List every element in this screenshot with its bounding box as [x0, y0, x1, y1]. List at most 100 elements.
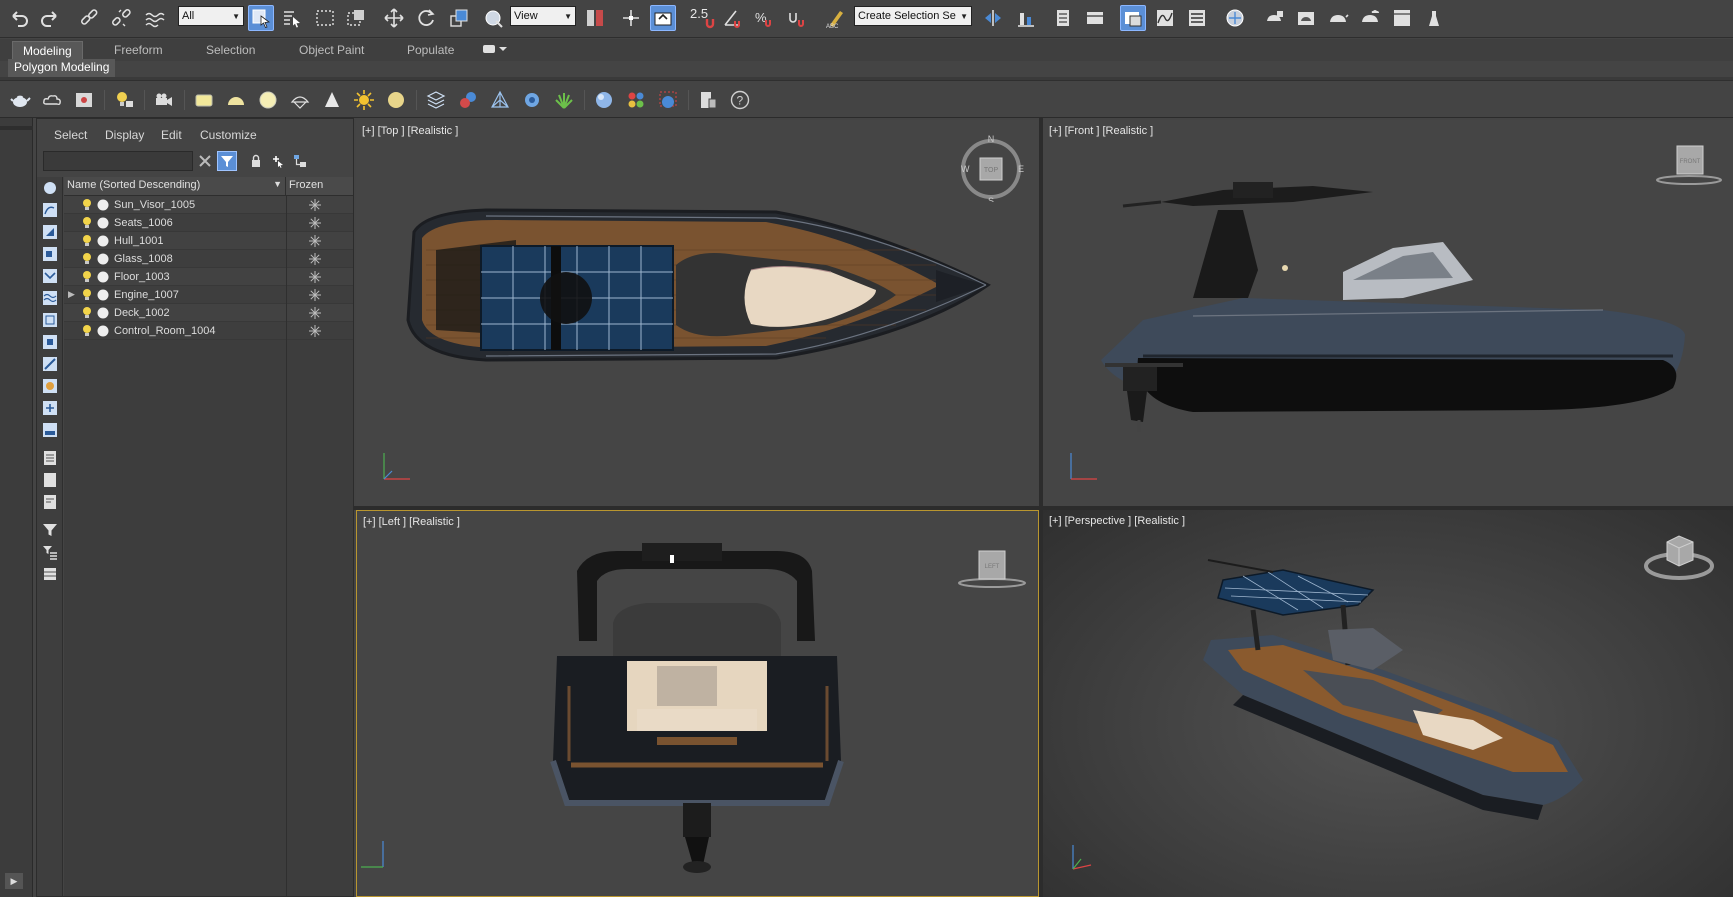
create-mesh-light-icon[interactable] — [288, 88, 312, 112]
display-spacewarps-icon[interactable] — [41, 289, 59, 307]
scene-object-name[interactable]: Deck_1002 — [114, 307, 278, 319]
place-icon[interactable] — [480, 5, 506, 31]
align-icon[interactable] — [1013, 5, 1039, 31]
expand-panel-button[interactable]: ▶ — [5, 873, 23, 889]
scene-object-row[interactable]: Floor_1003 — [64, 268, 353, 286]
rect-region-icon[interactable] — [312, 5, 338, 31]
frozen-snowflake-icon[interactable] — [308, 324, 322, 338]
menu-select[interactable]: Select — [54, 128, 87, 142]
create-plant-icon[interactable] — [552, 88, 576, 112]
lock-icon[interactable] — [246, 151, 266, 171]
display-bones-icon[interactable] — [41, 355, 59, 373]
create-proxy-icon[interactable] — [424, 88, 448, 112]
hierarchy-select-icon[interactable] — [290, 151, 310, 171]
tab-freeform[interactable]: Freeform — [104, 41, 173, 60]
tab-object-paint[interactable]: Object Paint — [289, 41, 374, 60]
light-bulb-visibility-icon[interactable] — [80, 198, 94, 212]
frame-buffer-icon[interactable] — [696, 88, 720, 112]
rotate-icon[interactable] — [413, 5, 439, 31]
redo-icon[interactable] — [37, 5, 63, 31]
display-groups-icon[interactable] — [41, 311, 59, 329]
light-bulb-visibility-icon[interactable] — [80, 288, 94, 302]
create-image-plane-icon[interactable] — [72, 88, 96, 112]
light-bulb-visibility-icon[interactable] — [80, 324, 94, 338]
rendered-frame-icon[interactable] — [1293, 5, 1319, 31]
ribbon-sub-tab-polygon-modeling[interactable]: Polygon Modeling — [8, 59, 116, 77]
select-object-icon[interactable] — [248, 5, 274, 31]
create-decal-icon[interactable] — [520, 88, 544, 112]
toggle-ribbon-icon[interactable] — [1082, 5, 1108, 31]
create-lights-icon[interactable] — [112, 88, 136, 112]
create-dome-light-icon[interactable] — [224, 88, 248, 112]
scene-object-row[interactable]: ▶ Engine_1007 — [64, 286, 353, 304]
viewport-perspective[interactable]: [+] [Perspective ] [Realistic ] — [1043, 510, 1733, 897]
display-containers-icon[interactable] — [41, 377, 59, 395]
help-icon[interactable]: ? — [728, 88, 752, 112]
create-cameras-icon[interactable] — [152, 88, 176, 112]
schematic-view-icon[interactable] — [1184, 5, 1210, 31]
light-bulb-visibility-icon[interactable] — [80, 252, 94, 266]
link-icon[interactable] — [76, 5, 102, 31]
menu-edit[interactable]: Edit — [161, 128, 182, 142]
tab-selection[interactable]: Selection — [196, 41, 265, 60]
viewcube-perspective[interactable] — [1641, 528, 1717, 588]
move-icon[interactable] — [381, 5, 407, 31]
edit-named-selection-icon[interactable]: ABC — [822, 5, 848, 31]
scene-object-row[interactable]: Hull_1001 — [64, 232, 353, 250]
display-hidden-icon[interactable] — [41, 421, 59, 439]
display-geometry-icon[interactable] — [41, 179, 59, 197]
layer-explorer-icon[interactable] — [1050, 5, 1076, 31]
column-header-name[interactable]: Name (Sorted Descending) ▼ — [64, 177, 286, 195]
angle-snap-icon[interactable] — [720, 5, 746, 31]
create-ies-light-icon[interactable] — [384, 88, 408, 112]
frozen-snowflake-icon[interactable] — [308, 198, 322, 212]
selection-filter-dropdown[interactable]: All ▼ — [178, 6, 244, 26]
select-manipulate-icon[interactable] — [618, 5, 644, 31]
viewcube-top[interactable]: TOP N S W E — [956, 132, 1026, 202]
create-geometry-teapot-icon[interactable] — [8, 88, 32, 112]
scene-search-input[interactable] — [43, 151, 193, 171]
panel-grip[interactable] — [0, 126, 33, 130]
create-env-fog-icon[interactable] — [488, 88, 512, 112]
layer-manager-icon[interactable] — [41, 565, 59, 583]
viewport-left[interactable]: [+] [Left ] [Realistic ] LEFT — [356, 510, 1039, 897]
viewport-front[interactable]: [+] [Front ] [Realistic ] FRONT — [1043, 120, 1733, 506]
display-lights-icon[interactable] — [41, 223, 59, 241]
unlink-icon[interactable] — [108, 5, 134, 31]
add-to-selection-icon[interactable] — [268, 151, 288, 171]
bind-spacewarp-icon[interactable] — [141, 5, 167, 31]
create-sphere-light-icon[interactable] — [256, 88, 280, 112]
render-window-icon[interactable] — [1389, 5, 1415, 31]
viewcube-left[interactable]: LEFT — [955, 549, 1029, 595]
render-cloud-icon[interactable] — [1357, 5, 1383, 31]
undo-icon[interactable] — [6, 5, 32, 31]
percent-snap-icon[interactable]: % — [751, 5, 777, 31]
render-setup-icon[interactable] — [1261, 5, 1287, 31]
tab-modeling[interactable]: Modeling — [12, 41, 83, 60]
frozen-snowflake-icon[interactable] — [308, 270, 322, 284]
named-selection-field[interactable]: Create Selection Se ▼ — [854, 6, 972, 26]
scene-object-row[interactable]: Seats_1006 — [64, 214, 353, 232]
light-bulb-visibility-icon[interactable] — [80, 270, 94, 284]
display-frozen-icon[interactable] — [41, 399, 59, 417]
filter-toggle-icon[interactable] — [217, 151, 237, 171]
scene-object-name[interactable]: Glass_1008 — [114, 253, 278, 265]
ribbon-options-button[interactable] — [478, 41, 512, 60]
scene-object-row[interactable]: Glass_1008 — [64, 250, 353, 268]
menu-customize[interactable]: Customize — [200, 128, 257, 142]
render-icon[interactable] — [1325, 5, 1351, 31]
scene-object-row[interactable]: Sun_Visor_1005 — [64, 196, 353, 214]
scene-object-name[interactable]: Seats_1006 — [114, 217, 278, 229]
display-shapes-icon[interactable] — [41, 201, 59, 219]
material-editor-icon[interactable] — [1222, 5, 1248, 31]
teapot-icon[interactable] — [1421, 5, 1447, 31]
scene-object-name[interactable]: Engine_1007 — [114, 289, 278, 301]
viewcube-front[interactable]: FRONT — [1653, 142, 1723, 188]
display-invert-icon[interactable] — [41, 493, 59, 511]
scene-object-name[interactable]: Floor_1003 — [114, 271, 278, 283]
scene-object-row[interactable]: Deck_1002 — [64, 304, 353, 322]
filter-icon[interactable] — [41, 521, 59, 539]
keyboard-shortcut-override-icon[interactable] — [650, 5, 676, 31]
create-spot-light-icon[interactable] — [320, 88, 344, 112]
create-sun-light-icon[interactable] — [352, 88, 376, 112]
